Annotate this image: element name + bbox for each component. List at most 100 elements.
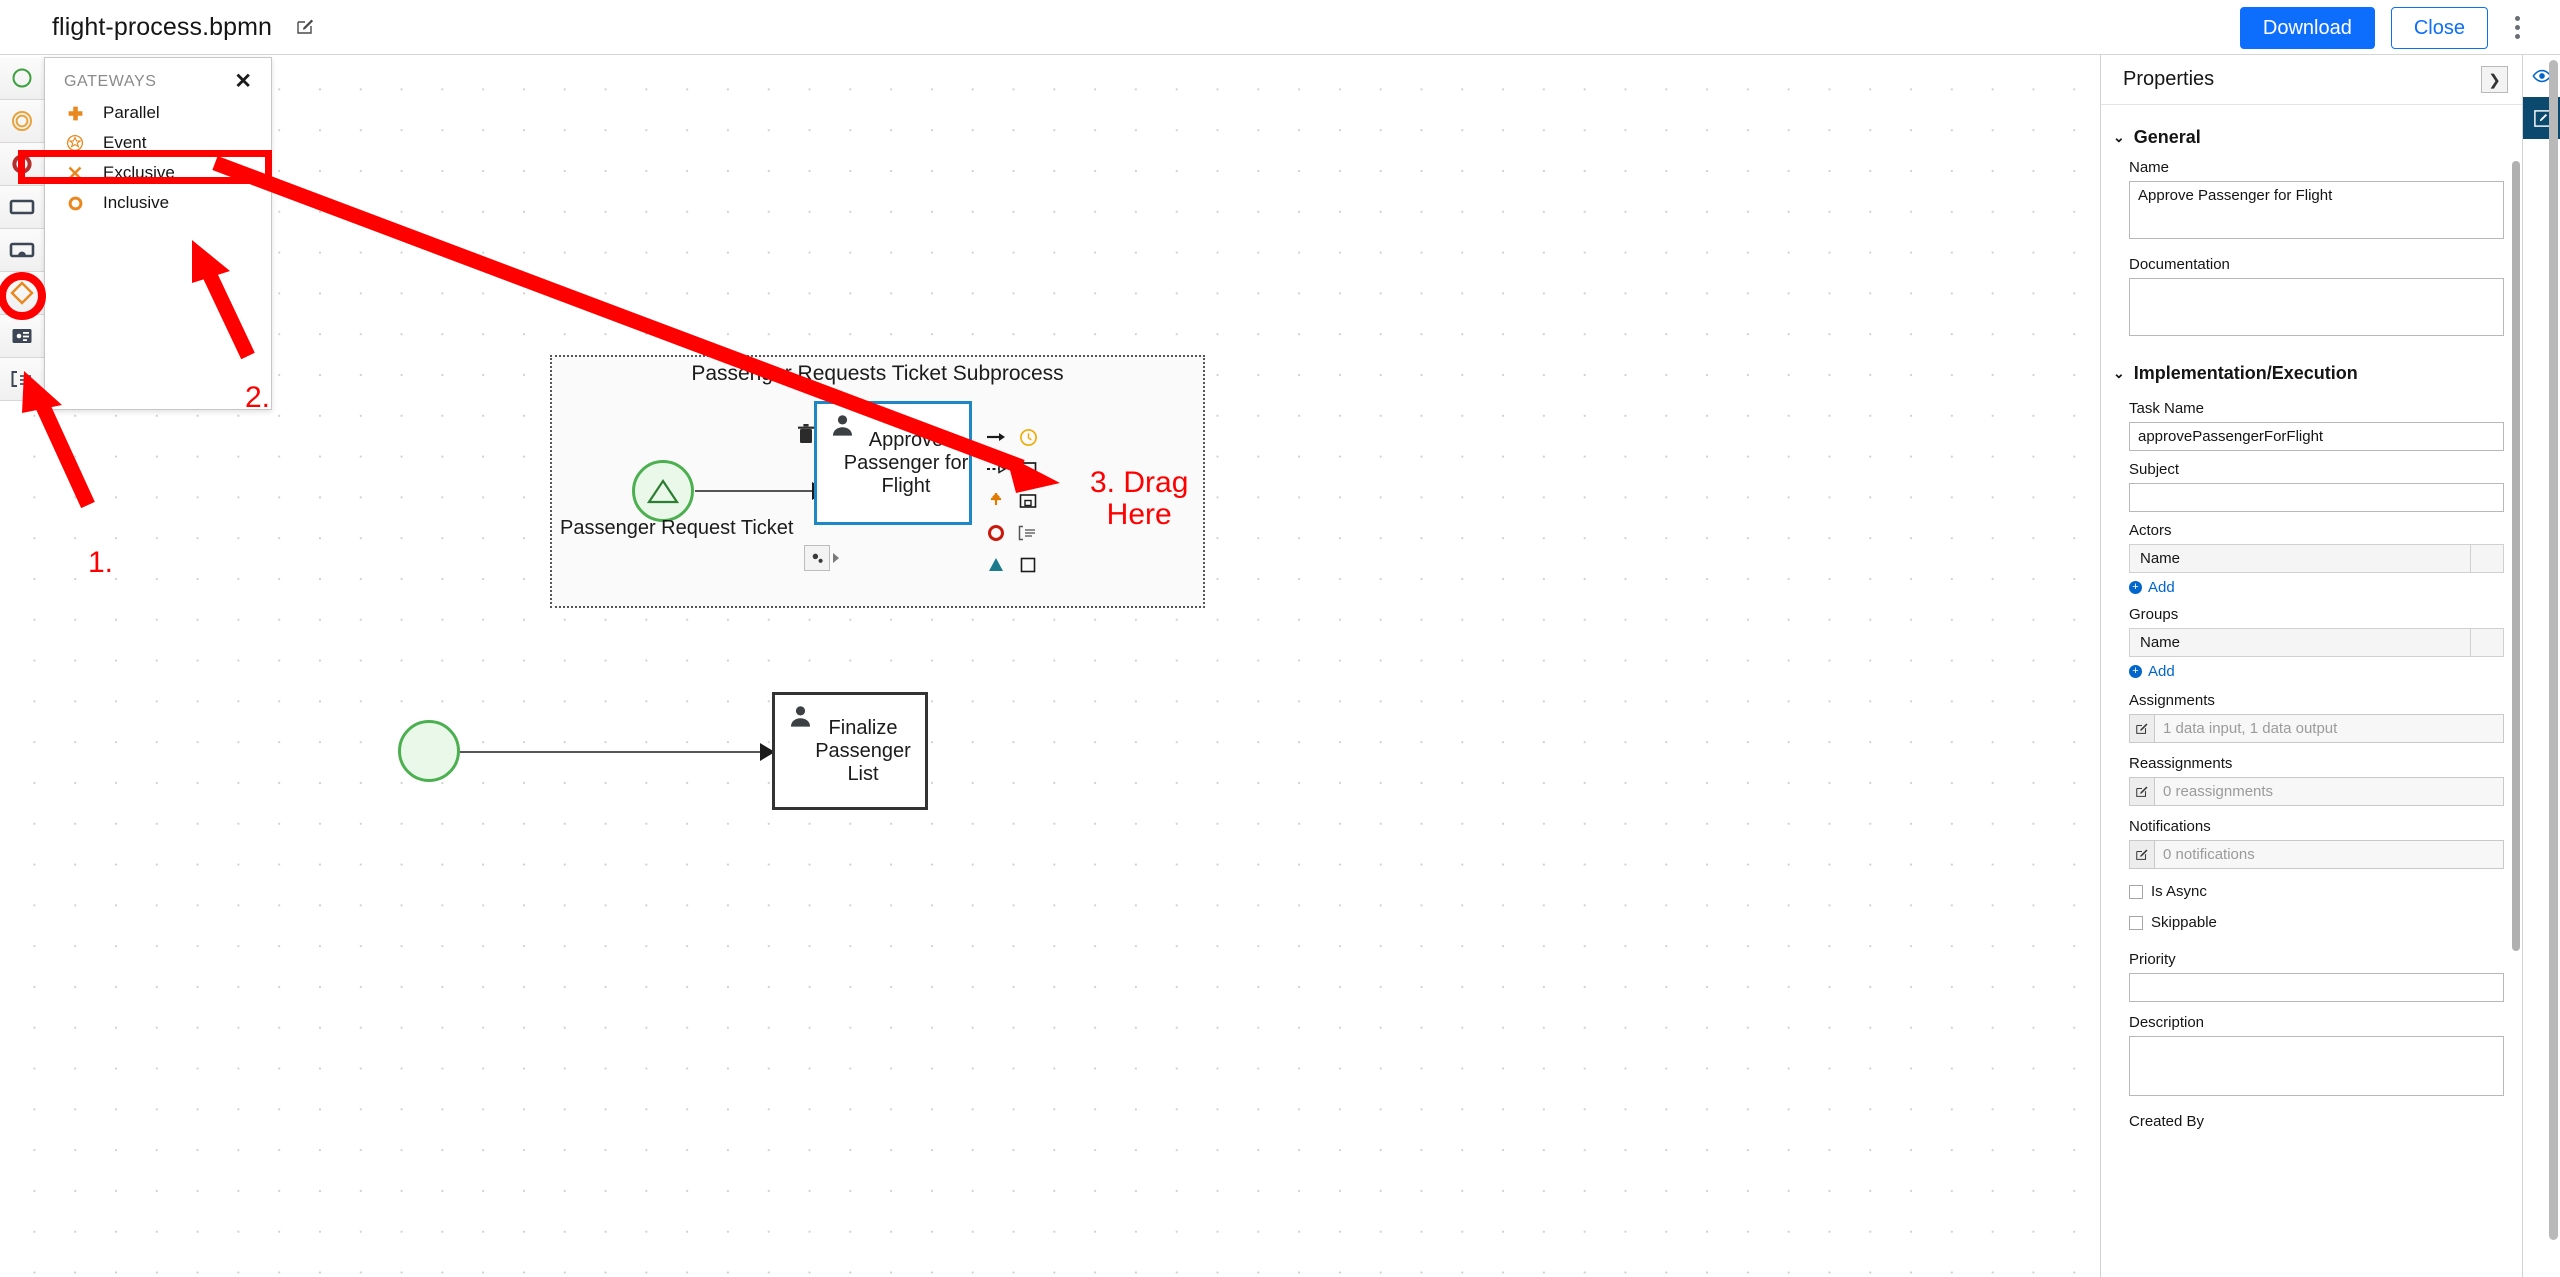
sequence-flow-1 [695,490,815,492]
bpmn-diagram: Passenger Requests Ticket Subprocess Pas… [0,55,2100,1277]
description-field[interactable] [2129,1036,2504,1096]
palette-item-data-object[interactable] [0,315,44,358]
properties-header: Properties ❯ [2101,55,2522,105]
start-event-signal[interactable] [632,460,694,522]
data-object-icon[interactable] [1014,551,1042,579]
header-actions: Download Close [2239,0,2530,55]
palette-item-end-event[interactable] [0,143,44,186]
edit-pencil-icon[interactable] [294,16,316,38]
field-label: Created By [2129,1113,2205,1130]
palette-item-gateway[interactable] [0,272,44,315]
end-event-icon[interactable] [982,519,1010,547]
subject-field[interactable] [2129,483,2504,512]
field-notifications: Notifications [2101,806,2522,869]
red-circle-icon [12,154,32,174]
assignments-field[interactable] [2155,714,2504,743]
chevron-right-icon[interactable]: ❯ [2481,66,2508,93]
palette-item-artifact[interactable] [0,358,44,401]
element-palette[interactable] [0,57,44,401]
field-label: Subject [2129,461,2180,478]
edit-assignments-icon[interactable] [2129,714,2155,743]
plus-gateway-icon [64,105,86,122]
task-name-field[interactable] [2129,422,2504,451]
kebab-menu-icon[interactable] [2504,10,2530,46]
app-header: flight-process.bpmn Download Close [0,0,2560,55]
text-annotation-icon[interactable] [1014,519,1042,547]
palette-item-subprocess[interactable] [0,229,44,272]
page-title: flight-process.bpmn [52,12,273,41]
edit-reassignments-icon[interactable] [2129,777,2155,806]
assignments-input-group[interactable] [2129,714,2504,743]
documentation-field[interactable] [2129,278,2504,336]
notifications-input-group[interactable] [2129,840,2504,869]
user-task-icon [829,412,856,444]
column-header-actions [2471,545,2503,572]
timer-event-icon[interactable] [1014,423,1042,451]
add-actor-button[interactable]: + Add [2129,579,2504,596]
start-event-plain[interactable] [398,720,460,782]
download-button[interactable]: Download [2239,6,2375,49]
sequence-flow-icon[interactable] [982,423,1010,451]
orange-diamond-icon [10,281,34,305]
field-is-async[interactable]: Is Async [2101,869,2522,900]
field-label: Notifications [2129,818,2211,835]
add-label: Add [2148,663,2175,680]
column-header-name: Name [2130,629,2471,656]
sequence-flow-2 [460,751,762,753]
event-gateway-icon [64,134,86,152]
field-documentation: Documentation [2101,244,2522,341]
close-button[interactable]: Close [2390,6,2488,49]
field-label: Groups [2129,606,2179,623]
task-icon[interactable] [1014,455,1042,483]
flyout-item-label: Event [103,133,147,152]
add-group-button[interactable]: + Add [2129,663,2504,680]
priority-field[interactable] [2129,973,2504,1002]
plus-icon: + [2129,581,2142,594]
name-field[interactable] [2129,181,2504,239]
palette-item-task[interactable] [0,186,44,229]
palette-item-start-event[interactable] [0,57,44,100]
flyout-item-event[interactable]: Event [45,128,271,158]
is-async-checkbox[interactable] [2129,884,2143,899]
morph-icon[interactable] [804,545,840,571]
orange-double-circle-icon [12,111,32,131]
reassignments-field[interactable] [2155,777,2504,806]
reassignments-input-group[interactable] [2129,777,2504,806]
flyout-item-inclusive[interactable]: Inclusive [45,188,271,218]
flyout-title: GATEWAYS [64,72,157,90]
inclusive-gateway-icon [64,195,86,212]
data-input-icon[interactable] [982,551,1010,579]
skippable-checkbox[interactable] [2129,915,2143,930]
page-scrollbar[interactable] [2549,60,2558,1240]
association-icon[interactable] [982,455,1010,483]
flyout-header: GATEWAYS ✕ [45,58,271,98]
section-implementation-execution[interactable]: ⌄ Implementation/Execution [2101,341,2522,390]
signal-triangle-icon [647,479,679,504]
subprocess-icon [9,242,35,258]
flyout-item-exclusive[interactable]: Exclusive [45,158,271,188]
task-approve-passenger[interactable]: Approve Passenger for Flight [814,401,972,525]
gateways-flyout[interactable]: GATEWAYS ✕ Parallel Event Exclusive Incl… [44,57,272,410]
properties-scrollbar[interactable] [2512,161,2520,951]
close-icon[interactable]: ✕ [234,71,252,92]
field-skippable[interactable]: Skippable [2101,900,2522,931]
properties-panel: Properties ❯ ⌄ General Name Documentatio… [2100,55,2522,1277]
annotation-label-2: 2. [245,381,271,414]
edit-notifications-icon[interactable] [2129,840,2155,869]
gateway-icon[interactable] [982,487,1010,515]
section-general[interactable]: ⌄ General [2101,105,2522,154]
delete-icon[interactable] [797,424,815,449]
chevron-down-icon: ⌄ [2113,129,2125,145]
task-finalize-passenger-list[interactable]: Finalize Passenger List [772,692,928,810]
field-label: Name [2129,159,2170,176]
field-created-by: Created By [2101,1101,2522,1130]
flyout-item-label: Exclusive [103,163,175,182]
bpmn-canvas[interactable]: Passenger Requests Ticket Subprocess Pas… [0,55,2100,1277]
field-groups: Groups Name + Add [2101,596,2522,680]
notifications-field[interactable] [2155,840,2504,869]
flyout-item-parallel[interactable]: Parallel [45,98,271,128]
palette-item-intermediate-event[interactable] [0,100,44,143]
properties-body[interactable]: ⌄ General Name Documentation ⌄ Implement… [2101,105,2522,1277]
field-actors: Actors Name + Add [2101,512,2522,596]
subprocess-icon[interactable] [1014,487,1042,515]
